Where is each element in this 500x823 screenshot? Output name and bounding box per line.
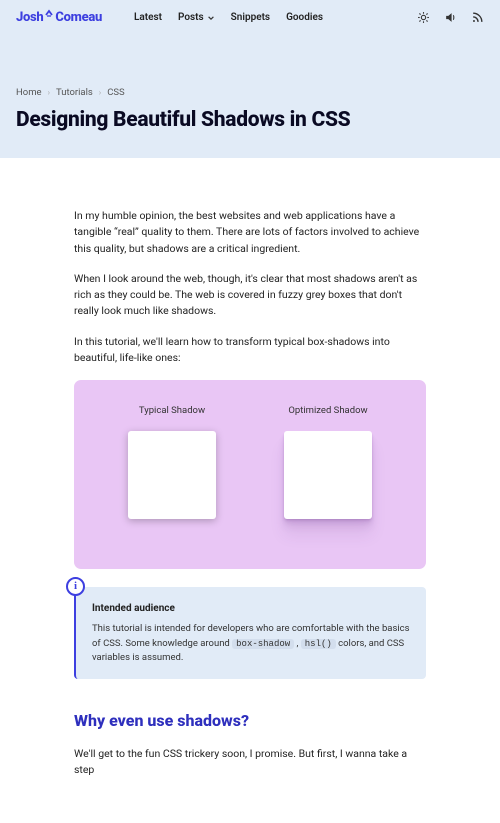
aside-body: This tutorial is intended for developers… [92, 622, 410, 665]
shadow-demo: Typical Shadow Optimized Shadow [74, 380, 426, 569]
intro-p3: In this tutorial, we'll learn how to tra… [74, 334, 426, 367]
typical-shadow-box [128, 431, 216, 519]
nav-links: Latest Posts Snippets Goodies [134, 12, 323, 23]
aside-intended-audience: i Intended audience This tutorial is int… [74, 587, 426, 680]
chevron-down-icon [207, 14, 215, 22]
nav-goodies[interactable]: Goodies [286, 12, 323, 23]
top-nav: Josh Comeau Latest Posts Snippets Goodie… [16, 10, 484, 25]
heading-why-shadows: Why even use shadows? [74, 709, 426, 734]
page-title: Designing Beautiful Shadows in CSS [16, 108, 484, 132]
nav-posts[interactable]: Posts [178, 12, 215, 23]
sun-icon[interactable] [417, 11, 430, 24]
breadcrumb-css[interactable]: CSS [107, 87, 124, 98]
nav-snippets[interactable]: Snippets [231, 12, 270, 23]
demo-typical: Typical Shadow [128, 404, 216, 519]
info-icon: i [66, 577, 85, 596]
intro-p2: When I look around the web, though, it's… [74, 271, 426, 320]
demo-optimized-label: Optimized Shadow [284, 404, 372, 419]
code-box-shadow: box-shadow [232, 639, 294, 649]
code-hsl: hsl() [301, 639, 336, 649]
intro-p1: In my humble opinion, the best websites … [74, 208, 426, 257]
nav-icons [417, 11, 484, 24]
logo-caret-icon [44, 8, 54, 21]
chevron-right-icon: › [48, 88, 50, 97]
optimized-shadow-box [284, 431, 372, 519]
chevron-right-icon: › [99, 88, 101, 97]
sound-icon[interactable] [444, 11, 457, 24]
logo-first: Josh [16, 10, 43, 25]
demo-typical-label: Typical Shadow [128, 404, 216, 419]
nav-latest[interactable]: Latest [134, 12, 162, 23]
breadcrumb-tutorials[interactable]: Tutorials [56, 87, 93, 98]
logo[interactable]: Josh Comeau [16, 10, 102, 25]
breadcrumb: Home › Tutorials › CSS [16, 87, 484, 98]
article-body: In my humble opinion, the best websites … [0, 158, 500, 823]
demo-optimized: Optimized Shadow [284, 404, 372, 519]
breadcrumb-home[interactable]: Home [16, 87, 42, 98]
aside-title: Intended audience [92, 601, 410, 617]
logo-last: Comeau [55, 10, 102, 25]
rss-icon[interactable] [471, 11, 484, 24]
closing-p: We'll get to the fun CSS trickery soon, … [74, 746, 426, 779]
